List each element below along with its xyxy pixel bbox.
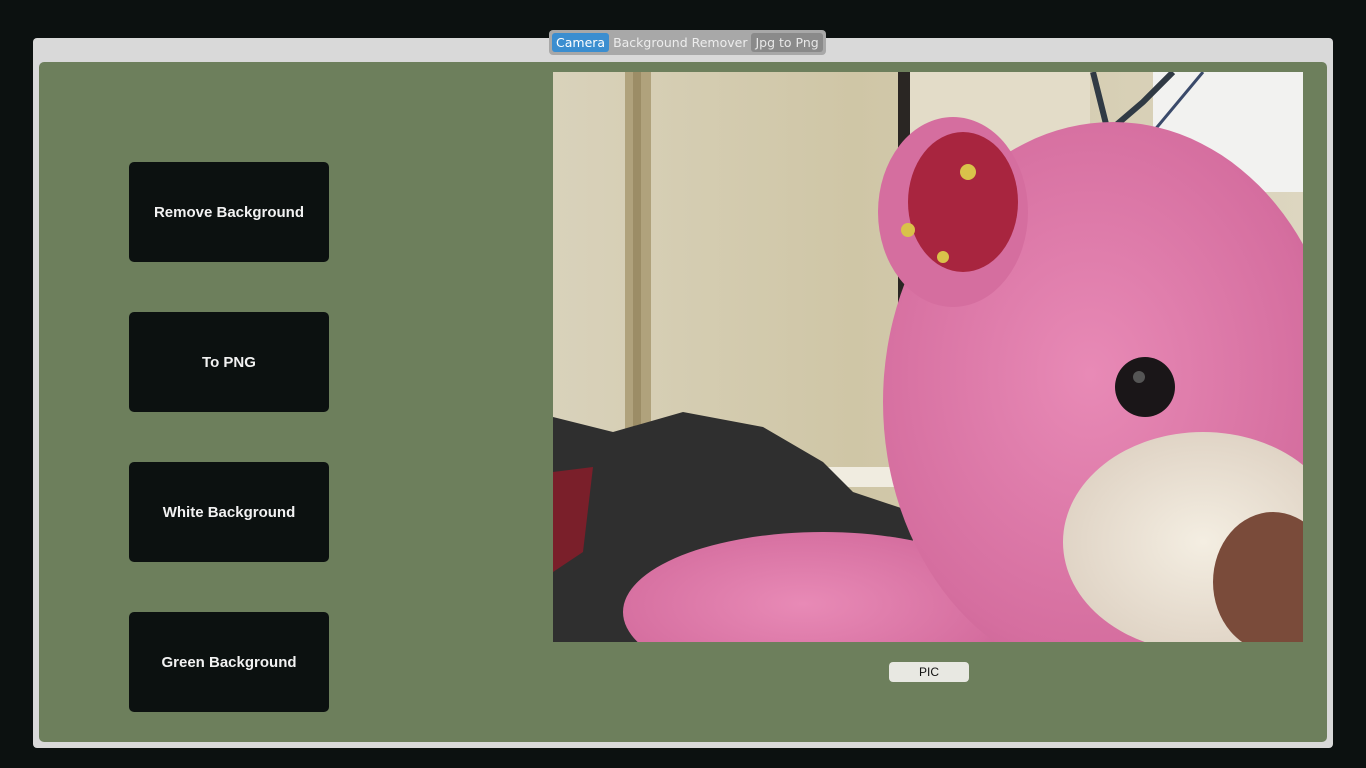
- white-background-button[interactable]: White Background: [129, 462, 329, 562]
- tab-background-remover[interactable]: Background Remover: [609, 33, 751, 52]
- camera-preview: [553, 72, 1303, 642]
- tab-camera[interactable]: Camera: [552, 33, 610, 52]
- tab-bar: Camera Background Remover Jpg to Png: [549, 30, 826, 55]
- tab-jpg-to-png[interactable]: Jpg to Png: [751, 33, 823, 52]
- to-png-button[interactable]: To PNG: [129, 312, 329, 412]
- remove-background-button[interactable]: Remove Background: [129, 162, 329, 262]
- green-background-button[interactable]: Green Background: [129, 612, 329, 712]
- camera-tab-panel: Remove Background To PNG White Backgroun…: [39, 62, 1327, 742]
- capture-pic-button[interactable]: PIC: [889, 662, 969, 682]
